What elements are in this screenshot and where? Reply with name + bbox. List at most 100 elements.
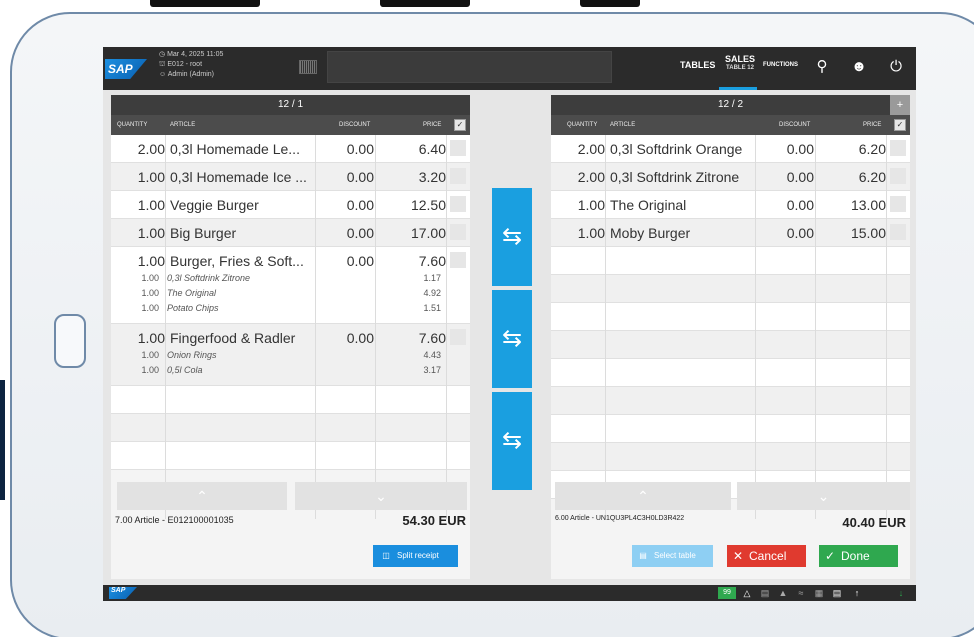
price-cell: 6.20 (858, 169, 886, 185)
check-icon: ✓ (824, 549, 836, 563)
scroll-down-button[interactable]: ⌄ (295, 482, 467, 510)
scroll-down-button[interactable]: ⌄ (737, 482, 910, 510)
signal-icon[interactable]: ≈ (793, 587, 809, 599)
bell-icon[interactable]: △ (739, 587, 755, 599)
printer-icon[interactable]: ▤ (757, 587, 773, 599)
transfer-all-icon: ⇆ (501, 427, 523, 454)
scroll-up-button[interactable]: ⌃ (555, 482, 731, 510)
nav-functions[interactable]: FUNCTIONS (763, 62, 798, 68)
sub-article: Onion Rings (167, 350, 217, 360)
cancel-button[interactable]: ✕ Cancel (727, 545, 806, 567)
row-checkbox[interactable] (450, 329, 466, 345)
sub-quantity: 1.00 (141, 288, 159, 298)
price-cell: 13.00 (850, 197, 886, 213)
store-name: E012 - root (167, 61, 203, 68)
discount-cell: 0.00 (786, 197, 814, 213)
user-icon[interactable]: ☻ (849, 57, 869, 77)
row-checkbox[interactable] (450, 224, 466, 240)
nav-tables[interactable]: TABLES (680, 60, 715, 70)
tablet-home-button[interactable] (54, 314, 86, 368)
divider (446, 135, 447, 519)
stage: SAP ◷ Mar 4, 2025 11:05 ⛫ E012 - root ☺ … (0, 0, 974, 637)
discount-cell: 0.00 (346, 253, 374, 269)
col-article: ARTICLE (610, 122, 636, 128)
row-checkbox[interactable] (890, 168, 906, 184)
upload-icon[interactable]: ↑ (849, 587, 865, 599)
sub-price: 1.17 (423, 273, 441, 283)
article-cell: Moby Burger (610, 225, 691, 241)
datetime: Mar 4, 2025 11:05 (167, 51, 224, 58)
left-footer-info: 7.00 Article - E012100001035 (115, 515, 234, 525)
app-screen: SAP ◷ Mar 4, 2025 11:05 ⛫ E012 - root ☺ … (103, 47, 916, 601)
scroll-up-button[interactable]: ⌃ (117, 482, 287, 510)
row-checkbox[interactable] (890, 224, 906, 240)
row-checkbox[interactable] (890, 140, 906, 156)
lock-icon[interactable]: ▲ (775, 587, 791, 599)
sap-logo-small: SAP (109, 587, 137, 599)
sub-price: 4.43 (423, 350, 441, 360)
done-label: Done (841, 549, 870, 563)
transfer-selected-button[interactable]: ⇆ (492, 188, 532, 286)
left-receipt-panel: 12 / 1 QUANTITY ARTICLE DISCOUNT PRICE ✓… (111, 95, 470, 579)
right-total: 40.40 EUR (842, 515, 906, 530)
col-price: PRICE (423, 122, 442, 128)
split-receipt-button[interactable]: ◫ Split receipt (373, 545, 458, 567)
row-checkbox[interactable] (450, 168, 466, 184)
clock-icon: ◷ (159, 51, 168, 58)
select-table-button[interactable]: ▤ Select table (632, 545, 713, 567)
add-receipt-button[interactable]: + (890, 95, 910, 115)
sub-article: The Original (167, 288, 217, 298)
price-cell: 7.60 (418, 330, 446, 346)
price-cell: 3.20 (418, 169, 446, 185)
background-left-strip (0, 380, 5, 500)
transfer-star-icon: ⇆ (501, 325, 523, 352)
barcode-icon[interactable] (299, 60, 317, 74)
discount-cell: 0.00 (786, 169, 814, 185)
status-badge: 99 (718, 587, 736, 599)
row-checkbox[interactable] (450, 196, 466, 212)
left-total: 54.30 EUR (402, 513, 466, 528)
quantity-cell: 1.00 (137, 253, 165, 269)
article-cell: 0,3l Homemade Le... (170, 141, 300, 157)
article-cell: 0,3l Softdrink Zitrone (610, 169, 740, 185)
quantity-cell: 1.00 (137, 169, 165, 185)
left-panel-title: 12 / 1 (111, 95, 470, 115)
divider (886, 135, 887, 519)
nav-sales[interactable]: SALES TABLE 12 (725, 55, 755, 73)
sub-article: 0,5l Cola (167, 365, 203, 375)
search-icon[interactable]: ⚲ (812, 57, 832, 77)
transfer-starred-button[interactable]: ⇆ (492, 290, 532, 388)
search-input[interactable] (327, 51, 612, 83)
article-cell: Fingerfood & Radler (170, 330, 296, 346)
article-cell: 0,3l Softdrink Orange (610, 141, 743, 157)
row-checkbox[interactable] (450, 140, 466, 156)
cash-drawer-icon[interactable]: ▤ (829, 587, 845, 599)
done-button[interactable]: ✓ Done (819, 545, 898, 567)
right-footer-info: 6.00 Article - UN1QU3PL4C3H0LD3R422 (555, 515, 685, 522)
datetime-row: ◷ Mar 4, 2025 11:05 (159, 50, 223, 60)
quantity-cell: 2.00 (577, 141, 605, 157)
nav-active-indicator (719, 87, 757, 90)
cancel-label: Cancel (749, 549, 787, 563)
drawer-icon[interactable]: ▦ (811, 587, 827, 599)
sub-quantity: 1.00 (141, 350, 159, 360)
discount-cell: 0.00 (346, 141, 374, 157)
power-icon[interactable]: ⏻ (886, 57, 906, 77)
select-all-checkbox[interactable]: ✓ (454, 119, 466, 131)
user-small-icon: ☺ (159, 71, 168, 78)
discount-cell: 0.00 (346, 197, 374, 213)
sync-icon: ↓ (898, 588, 904, 598)
row-checkbox[interactable] (890, 196, 906, 212)
sub-price: 4.92 (423, 288, 441, 298)
transfer-all-button[interactable]: ⇆ (492, 392, 532, 490)
sap-logo: SAP (105, 59, 147, 79)
divider (755, 135, 756, 519)
left-column-header: QUANTITY ARTICLE DISCOUNT PRICE ✓ (111, 115, 470, 135)
select-all-checkbox[interactable]: ✓ (894, 119, 906, 131)
discount-cell: 0.00 (346, 225, 374, 241)
price-cell: 7.60 (418, 253, 446, 269)
sub-price: 1.51 (423, 303, 441, 313)
quantity-cell: 1.00 (577, 225, 605, 241)
nav-sales-sub: TABLE 12 (726, 65, 754, 71)
row-checkbox[interactable] (450, 252, 466, 268)
